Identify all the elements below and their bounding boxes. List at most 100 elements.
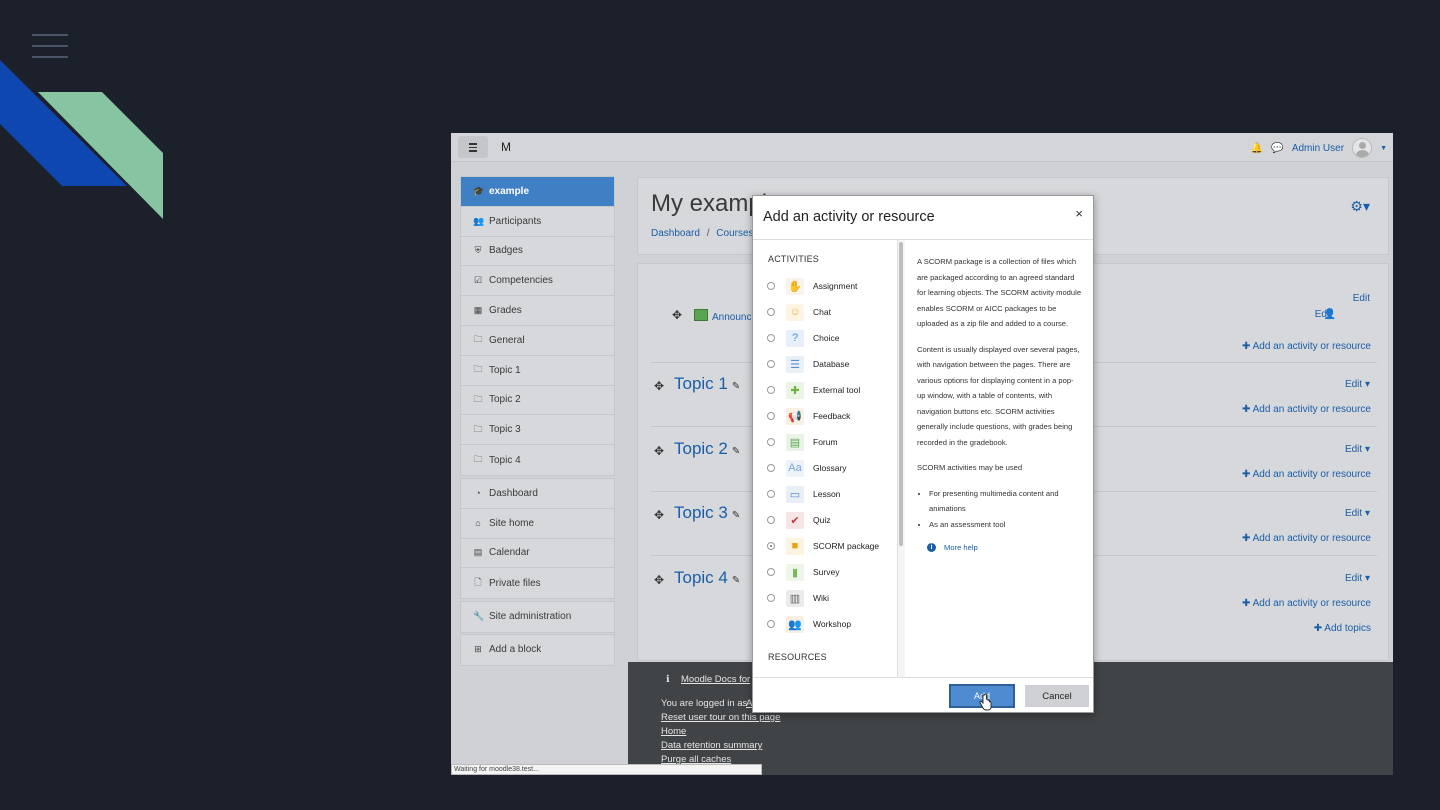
- gear-icon[interactable]: ⚙▾: [1350, 198, 1370, 215]
- sidebar-item-private-files[interactable]: 🗋 Private files: [461, 568, 614, 598]
- assignment-icon: ✋: [786, 277, 804, 295]
- activity-option-wiki[interactable]: ▥ Wiki: [767, 586, 829, 610]
- drawer-block-group: ⊞ Add a block: [460, 634, 615, 666]
- activity-option-database[interactable]: ☰ Database: [767, 352, 849, 376]
- scrollbar-thumb[interactable]: [899, 242, 903, 546]
- add-activity-topic[interactable]: ✚ Add an activity or resource: [1242, 533, 1371, 544]
- add-block-button[interactable]: ⊞ Add a block: [461, 635, 614, 665]
- radio-button[interactable]: [767, 308, 775, 316]
- radio-button[interactable]: [767, 438, 775, 446]
- cancel-button[interactable]: Cancel: [1025, 685, 1089, 707]
- sidebar-item-grades[interactable]: ▦ Grades: [461, 296, 614, 326]
- radio-button[interactable]: [767, 490, 775, 498]
- activity-option-survey[interactable]: ▮ Survey: [767, 560, 839, 584]
- announcements-link[interactable]: Announc: [712, 312, 751, 323]
- add-activity-topic[interactable]: ✚ Add an activity or resource: [1242, 404, 1371, 415]
- topic-title[interactable]: Topic 1 ✎: [674, 374, 740, 394]
- move-icon[interactable]: ✥: [654, 379, 664, 393]
- move-icon[interactable]: ✥: [672, 308, 682, 322]
- add-topics-button[interactable]: ✚ Add topics: [1314, 623, 1371, 634]
- activity-option-scorm-package[interactable]: ■ SCORM package: [767, 534, 879, 558]
- help-list: For presenting multimedia content and an…: [917, 486, 1082, 533]
- breadcrumb-courses[interactable]: Courses: [716, 228, 753, 239]
- topic-title[interactable]: Topic 4 ✎: [674, 568, 740, 588]
- sidebar-item-site-home[interactable]: ⌂ Site home: [461, 509, 614, 539]
- radio-button[interactable]: [767, 568, 775, 576]
- add-activity-topic[interactable]: ✚ Add an activity or resource: [1242, 598, 1371, 609]
- edit-menu-topic[interactable]: Edit ▾: [1345, 573, 1370, 584]
- activity-label: Lesson: [813, 489, 841, 499]
- sidebar-item-badges[interactable]: ⛨ Badges: [461, 237, 614, 267]
- breadcrumb-dashboard[interactable]: Dashboard: [651, 228, 700, 239]
- message-icon[interactable]: 💬: [1271, 143, 1283, 154]
- activity-option-quiz[interactable]: ✔ Quiz: [767, 508, 830, 532]
- activity-option-choice[interactable]: ? Choice: [767, 326, 839, 350]
- drawer-toggle-icon[interactable]: [458, 136, 488, 158]
- data-retention-link[interactable]: Data retention summary: [661, 740, 762, 751]
- activity-option-external-tool[interactable]: ✚ External tool: [767, 378, 860, 402]
- sidebar-item-example[interactable]: 🎓 example: [461, 177, 614, 207]
- radio-button[interactable]: [767, 464, 775, 472]
- move-icon[interactable]: ✥: [654, 573, 664, 587]
- move-icon[interactable]: ✥: [654, 444, 664, 458]
- home-link[interactable]: Home: [661, 726, 686, 737]
- edit-menu-general[interactable]: Edit: [1353, 293, 1370, 304]
- sidebar-item-topic-4[interactable]: 🗀 Topic 4: [461, 445, 614, 475]
- sidebar-item-topic-3[interactable]: 🗀 Topic 3: [461, 415, 614, 446]
- activity-option-assignment[interactable]: ✋ Assignment: [767, 274, 857, 298]
- user-icon[interactable]: 👤: [1324, 309, 1336, 320]
- pencil-icon[interactable]: ✎: [732, 510, 740, 521]
- activity-option-forum[interactable]: ▤ Forum: [767, 430, 838, 454]
- radio-button[interactable]: [767, 516, 775, 524]
- bell-icon[interactable]: 🔔: [1251, 143, 1263, 154]
- edit-menu-topic[interactable]: Edit ▾: [1345, 444, 1370, 455]
- sidebar-item-dashboard[interactable]: ◔ Dashboard: [461, 479, 614, 509]
- activity-label: Forum: [813, 437, 838, 447]
- activity-help: A SCORM package is a collection of files…: [905, 240, 1093, 677]
- plus-square-icon: ⊞: [474, 644, 482, 655]
- slide-menu-icon[interactable]: [32, 34, 68, 58]
- site-brand[interactable]: M: [501, 140, 511, 154]
- sidebar-item-competencies[interactable]: ☑ Competencies: [461, 266, 614, 297]
- sidebar-item-calendar[interactable]: ▤ Calendar: [461, 539, 614, 569]
- close-icon[interactable]: ×: [1075, 206, 1083, 221]
- activity-option-chat[interactable]: ☺ Chat: [767, 300, 831, 324]
- sidebar-item-topic-2[interactable]: 🗀 Topic 2: [461, 386, 614, 416]
- radio-button[interactable]: [767, 620, 775, 628]
- topic-title[interactable]: Topic 3 ✎: [674, 503, 740, 523]
- sidebar-item-label: Dashboard: [489, 487, 538, 499]
- activity-option-feedback[interactable]: 📢 Feedback: [767, 404, 850, 428]
- radio-button[interactable]: [767, 542, 775, 550]
- edit-menu-topic[interactable]: Edit ▾: [1345, 379, 1370, 390]
- edit-menu-topic[interactable]: Edit ▾: [1345, 508, 1370, 519]
- activity-option-lesson[interactable]: ▭ Lesson: [767, 482, 840, 506]
- sidebar-item-general[interactable]: 🗀 General: [461, 326, 614, 356]
- activity-option-glossary[interactable]: Aa Glossary: [767, 456, 847, 480]
- radio-button[interactable]: [767, 594, 775, 602]
- radio-button[interactable]: [767, 334, 775, 342]
- more-help-link[interactable]: i More help: [927, 540, 1082, 556]
- user-name[interactable]: Admin User: [1292, 143, 1344, 154]
- activity-list[interactable]: ACTIVITIES ✋ Assignment ☺ Chat? Choice ☰ Datab…: [753, 240, 898, 677]
- avatar[interactable]: [1352, 138, 1373, 158]
- sidebar-item-site-administration[interactable]: 🔧 Site administration: [461, 602, 614, 632]
- sidebar-item-topic-1[interactable]: 🗀 Topic 1: [461, 356, 614, 386]
- pencil-icon[interactable]: ✎: [732, 381, 740, 392]
- radio-button[interactable]: [767, 412, 775, 420]
- activity-option-workshop[interactable]: 👥 Workshop: [767, 612, 851, 636]
- activity-label: External tool: [813, 385, 861, 395]
- move-icon[interactable]: ✥: [654, 508, 664, 522]
- sidebar-item-participants[interactable]: 👥 Participants: [461, 207, 614, 237]
- add-topics-label: Add topics: [1324, 623, 1371, 634]
- radio-button[interactable]: [767, 282, 775, 290]
- pencil-icon[interactable]: ✎: [732, 575, 740, 586]
- radio-button[interactable]: [767, 360, 775, 368]
- add-activity-general[interactable]: ✚ Add an activity or resource: [1242, 341, 1371, 352]
- pencil-icon[interactable]: ✎: [732, 446, 740, 457]
- topic-title[interactable]: Topic 2 ✎: [674, 439, 740, 459]
- moodle-docs-link[interactable]: Moodle Docs for: [681, 674, 750, 685]
- add-activity-topic[interactable]: ✚ Add an activity or resource: [1242, 469, 1371, 480]
- radio-button[interactable]: [767, 386, 775, 394]
- chevron-down-icon[interactable]: ▼: [1380, 145, 1387, 152]
- reset-tour-link[interactable]: Reset user tour on this page: [661, 712, 780, 723]
